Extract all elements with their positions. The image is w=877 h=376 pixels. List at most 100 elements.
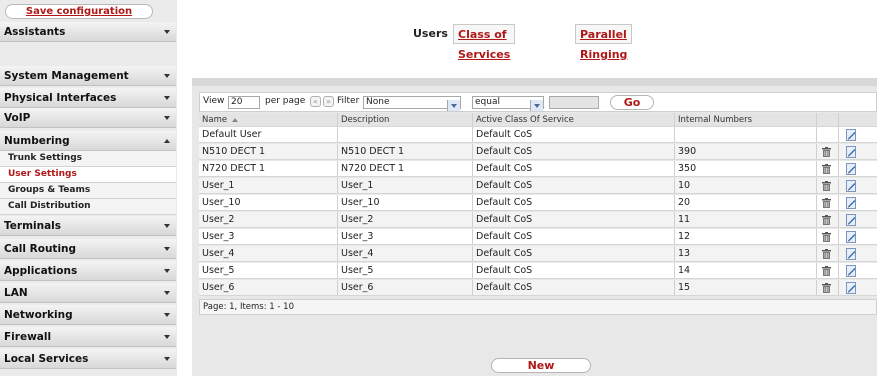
nav-assistants[interactable]: Assistants (0, 22, 176, 42)
cell-internal-numbers: 12 (675, 229, 817, 244)
nav-firewall[interactable]: Firewall (0, 327, 176, 347)
table-row: Default User Default CoS (199, 127, 877, 143)
nav-voip[interactable]: VoIP (0, 108, 176, 128)
subnav-groups-teams[interactable]: Groups & Teams (0, 183, 176, 199)
cell-active-cos: Default CoS (473, 195, 675, 210)
cell-description: N720 DECT 1 (338, 161, 473, 176)
cell-name: User_4 (199, 246, 338, 261)
cell-delete (817, 178, 839, 193)
filter-operator-value: equal (475, 97, 500, 107)
cell-internal-numbers: 11 (675, 212, 817, 227)
filter-operator-select[interactable]: equal (472, 96, 544, 111)
column-header-active-cos[interactable]: Active Class Of Service (473, 113, 675, 126)
cell-internal-numbers (675, 127, 817, 142)
chevron-down-icon (164, 291, 170, 295)
cell-name: User_2 (199, 212, 338, 227)
nav-label: Terminals (4, 220, 62, 232)
new-user-button[interactable]: New (491, 358, 591, 373)
column-header-internal-numbers[interactable]: Internal Numbers (675, 113, 817, 126)
chevron-down-icon (164, 30, 170, 34)
table-row: User_3 User_3 Default CoS 12 (199, 229, 877, 245)
chevron-down-icon (164, 269, 170, 273)
subnav-user-settings[interactable]: User Settings (0, 167, 176, 183)
nav-label: Applications (4, 265, 78, 277)
cell-description: User_1 (338, 178, 473, 193)
column-header-name[interactable]: Name (199, 113, 338, 126)
next-page-button[interactable]: » (323, 96, 334, 107)
cell-active-cos: Default CoS (473, 212, 675, 227)
chevron-down-icon (530, 100, 543, 111)
nav-label: Physical Interfaces (4, 92, 117, 104)
chevron-down-icon (164, 335, 170, 339)
cell-delete (817, 212, 839, 227)
cell-description: N510 DECT 1 (338, 144, 473, 159)
nav-local-services[interactable]: Local Services (0, 349, 176, 369)
cell-internal-numbers: 15 (675, 280, 817, 295)
table-row: N510 DECT 1 N510 DECT 1 Default CoS 390 (199, 144, 877, 160)
filter-bar: View 20 per page « » Filter in None equa… (199, 92, 877, 112)
chevron-down-icon (447, 100, 460, 111)
nav-lan[interactable]: LAN (0, 283, 176, 303)
cell-name: N720 DECT 1 (199, 161, 338, 176)
table-row: User_6 User_6 Default CoS 15 (199, 280, 877, 296)
cell-active-cos: Default CoS (473, 127, 675, 142)
chevron-down-icon (164, 116, 170, 120)
table-row: User_2 User_2 Default CoS 11 (199, 212, 877, 228)
cell-edit (839, 280, 877, 295)
filter-value-input[interactable] (549, 96, 599, 109)
cell-name: User_10 (199, 195, 338, 210)
cell-delete (817, 127, 839, 142)
table-row: User_1 User_1 Default CoS 10 (199, 178, 877, 194)
chevron-down-icon (164, 357, 170, 361)
tab-parallel-ringing[interactable]: Parallel Ringing (575, 24, 633, 61)
column-header-edit (839, 113, 877, 126)
column-header-description[interactable]: Description (338, 113, 473, 126)
cell-active-cos: Default CoS (473, 161, 675, 176)
subnav-trunk-settings[interactable]: Trunk Settings (0, 151, 176, 167)
cell-active-cos: Default CoS (473, 263, 675, 278)
save-configuration-button[interactable]: Save configuration (5, 4, 153, 19)
nav-label: Numbering (4, 135, 70, 147)
cell-description: User_6 (338, 280, 473, 295)
filter-field-select[interactable]: None (363, 96, 461, 111)
chevron-down-icon (164, 96, 170, 100)
cell-edit (839, 263, 877, 278)
column-header-label: Name (202, 115, 228, 125)
prev-page-button[interactable]: « (310, 96, 321, 107)
table-row: N720 DECT 1 N720 DECT 1 Default CoS 350 (199, 161, 877, 177)
view-label: View (203, 96, 225, 106)
subnav-call-distribution[interactable]: Call Distribution (0, 199, 176, 215)
sidebar: Save configuration Assistants System Man… (0, 0, 177, 376)
panel-header-strip (192, 78, 877, 86)
tab-class-of-services[interactable]: Class of Services (453, 24, 516, 61)
cell-delete (817, 280, 839, 295)
cell-active-cos: Default CoS (473, 246, 675, 261)
nav-call-routing[interactable]: Call Routing (0, 239, 176, 259)
filter-field-value: None (366, 97, 390, 107)
cell-name: N510 DECT 1 (199, 144, 338, 159)
cell-description: User_2 (338, 212, 473, 227)
nav-networking[interactable]: Networking (0, 305, 176, 325)
nav-label: System Management (4, 70, 129, 82)
nav-label: Networking (4, 309, 73, 321)
nav-system-management[interactable]: System Management (0, 66, 176, 86)
cell-edit (839, 246, 877, 261)
cell-description: User_4 (338, 246, 473, 261)
nav-applications[interactable]: Applications (0, 261, 176, 281)
tab-users[interactable]: Users (409, 24, 452, 44)
table-header: Name Description Active Class Of Service… (199, 113, 877, 127)
chevron-down-icon (164, 313, 170, 317)
nav-physical-interfaces[interactable]: Physical Interfaces (0, 88, 176, 108)
cell-delete (817, 195, 839, 210)
cell-delete (817, 161, 839, 176)
go-button[interactable]: Go (610, 95, 654, 110)
cell-description: User_5 (338, 263, 473, 278)
nav-numbering[interactable]: Numbering (0, 131, 176, 151)
view-count-input[interactable]: 20 (228, 96, 260, 109)
nav-terminals[interactable]: Terminals (0, 216, 176, 236)
page-info: Page: 1, Items: 1 - 10 (199, 299, 877, 315)
cell-active-cos: Default CoS (473, 280, 675, 295)
nav-label: Local Services (4, 353, 89, 365)
cell-active-cos: Default CoS (473, 144, 675, 159)
cell-internal-numbers: 350 (675, 161, 817, 176)
